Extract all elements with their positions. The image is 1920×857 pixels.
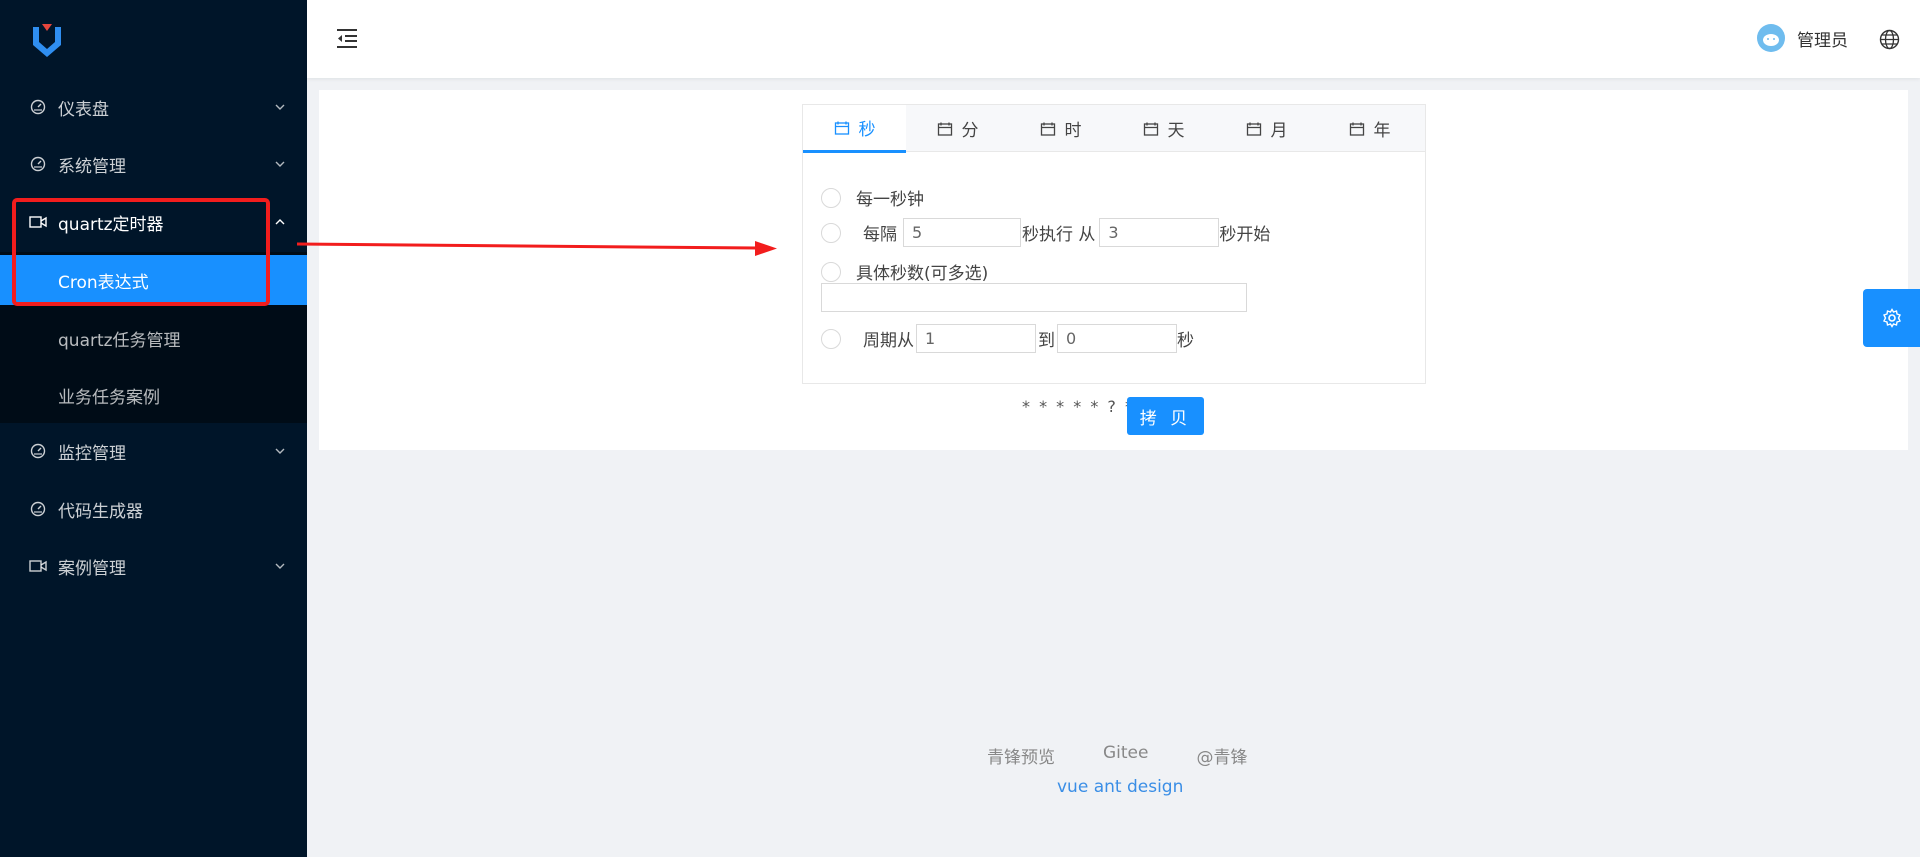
radio-specific[interactable] <box>821 261 841 282</box>
tab-label: 时 <box>1064 121 1082 141</box>
option-range: 周期从 1 到 0 秒 <box>821 324 1194 353</box>
sidebar-item-system[interactable]: 系统管理 <box>0 136 307 192</box>
sidebar-item-cases[interactable]: 案例管理 <box>0 538 307 594</box>
dashboard-icon <box>28 154 48 174</box>
sidebar-item-quartz-tasks[interactable]: quartz任务管理 <box>0 313 307 363</box>
radio-range[interactable] <box>821 328 841 349</box>
chevron-down-icon <box>275 161 285 167</box>
cron-tabs: 秒 分 时 天 月 年 <box>803 105 1425 153</box>
option-specific: 具体秒数(可多选) <box>821 259 988 284</box>
annotation-highlight-box <box>12 198 270 306</box>
interval-start-input[interactable]: 3 <box>1099 218 1220 247</box>
sidebar: 仪表盘 系统管理 quartz定时器 Cron表达式 quartz任务管理 业务… <box>0 0 307 857</box>
tab-second[interactable]: 秒 <box>803 105 906 153</box>
cron-expression: * * * * * ? * <box>1022 397 1136 416</box>
interval-prefix: 每隔 <box>863 225 897 245</box>
tab-label: 年 <box>1373 121 1391 141</box>
gear-icon <box>1882 308 1901 328</box>
interval-suffix-label: 秒开始 <box>1219 225 1271 245</box>
sidebar-item-label: 代码生成器 <box>58 501 143 522</box>
avatar <box>1757 24 1785 52</box>
tab-minute[interactable]: 分 <box>906 105 1009 152</box>
range-mid-label: 到 <box>1038 331 1055 351</box>
annotation-arrow <box>297 241 777 256</box>
calendar-icon <box>1246 122 1261 136</box>
sidebar-item-label: quartz任务管理 <box>58 330 181 351</box>
settings-drawer-button[interactable] <box>1863 289 1920 347</box>
interval-value-input[interactable]: 5 <box>903 218 1021 247</box>
user-menu[interactable]: 管理员 <box>1757 24 1848 52</box>
footer-link-author[interactable]: @青锋 <box>1196 743 1247 768</box>
sidebar-item-monitor[interactable]: 监控管理 <box>0 423 307 479</box>
user-name: 管理员 <box>1797 30 1848 51</box>
radio-interval[interactable] <box>821 222 841 243</box>
calendar-icon <box>834 121 849 135</box>
sidebar-item-codegen[interactable]: 代码生成器 <box>0 481 307 537</box>
dashboard-icon <box>28 441 48 461</box>
tab-label: 秒 <box>858 120 876 140</box>
sidebar-item-business-cases[interactable]: 业务任务案例 <box>0 370 307 420</box>
tab-label: 分 <box>961 121 979 141</box>
chevron-down-icon <box>275 563 285 569</box>
range-prefix: 周期从 <box>863 331 914 351</box>
globe-icon[interactable] <box>1879 29 1900 50</box>
range-to-input[interactable]: 0 <box>1057 324 1177 353</box>
header: 管理员 <box>307 0 1920 78</box>
interval-mid-label: 秒执行 从 <box>1022 225 1096 245</box>
sidebar-item-dashboard[interactable]: 仪表盘 <box>0 79 307 135</box>
option-every-second: 每一秒钟 <box>821 185 924 210</box>
calendar-icon <box>937 122 952 136</box>
calendar-icon <box>1349 122 1364 136</box>
sidebar-item-label: 案例管理 <box>58 558 126 579</box>
range-suffix-label: 秒 <box>1177 331 1194 351</box>
tab-year[interactable]: 年 <box>1318 105 1421 152</box>
footer-links: 青锋预览 Gitee @青锋 <box>987 743 1295 768</box>
option-interval: 每隔 5 秒执行 从 3 秒开始 <box>821 218 1270 247</box>
sidebar-item-label: 业务任务案例 <box>58 387 160 408</box>
tab-month[interactable]: 月 <box>1215 105 1318 152</box>
chevron-down-icon <box>275 104 285 110</box>
copy-button[interactable]: 拷 贝 <box>1127 397 1204 435</box>
tab-label: 月 <box>1270 121 1288 141</box>
specific-seconds-select[interactable] <box>821 283 1247 312</box>
range-from-input[interactable]: 1 <box>916 324 1036 353</box>
footer-link-preview[interactable]: 青锋预览 <box>987 743 1055 768</box>
dashboard-icon <box>28 499 48 519</box>
sidebar-item-label: 监控管理 <box>58 443 126 464</box>
tab-day[interactable]: 天 <box>1112 105 1215 152</box>
sidebar-item-label: 仪表盘 <box>58 99 109 120</box>
video-camera-icon <box>28 556 48 576</box>
footer-framework-link[interactable]: vue ant design <box>1057 777 1183 797</box>
tab-label: 天 <box>1167 121 1185 141</box>
option-label: 每一秒钟 <box>856 190 924 210</box>
chevron-up-icon <box>275 219 285 225</box>
sidebar-item-label: 系统管理 <box>58 156 126 177</box>
logo-icon <box>33 24 61 57</box>
radio-every[interactable] <box>821 187 841 208</box>
menu-fold-icon[interactable] <box>335 27 359 49</box>
option-label: 具体秒数(可多选) <box>856 264 989 284</box>
calendar-icon <box>1040 122 1055 136</box>
footer-link-gitee[interactable]: Gitee <box>1103 743 1148 768</box>
calendar-icon <box>1143 122 1158 136</box>
cron-editor: 秒 分 时 天 月 年 每一秒钟 每隔 5 秒执行 从 3 秒开始 具体秒数(可… <box>802 104 1426 384</box>
chevron-down-icon <box>275 448 285 454</box>
dashboard-icon <box>28 97 48 117</box>
tab-hour[interactable]: 时 <box>1009 105 1112 152</box>
app-root: 仪表盘 系统管理 quartz定时器 Cron表达式 quartz任务管理 业务… <box>0 0 1920 857</box>
